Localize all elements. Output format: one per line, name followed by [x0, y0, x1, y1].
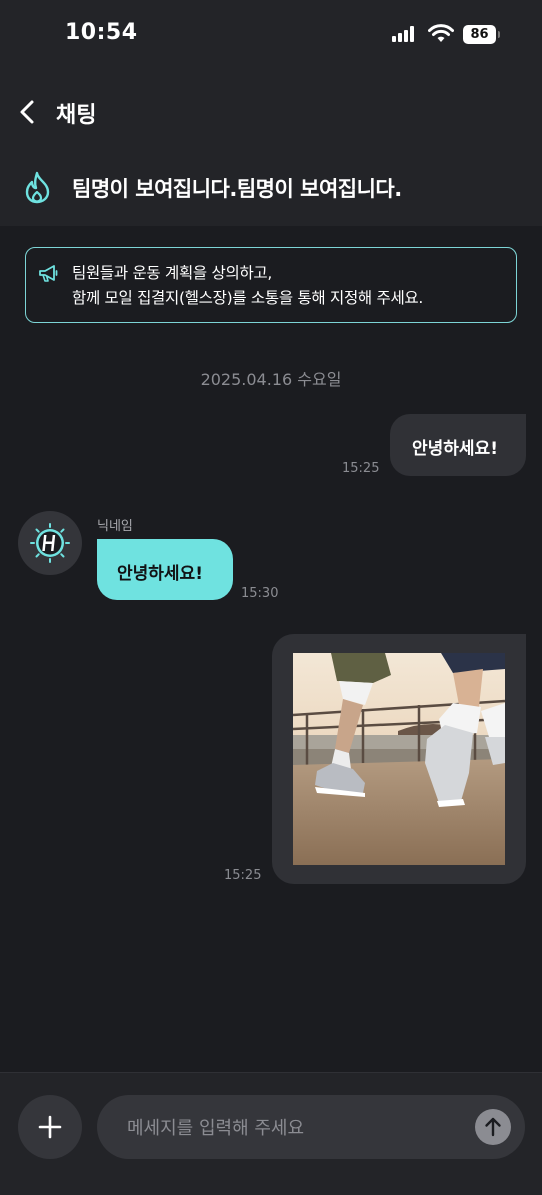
shared-photo[interactable] [293, 653, 505, 865]
battery-icon: 86 [463, 25, 496, 44]
message-time: 15:25 [342, 461, 380, 476]
status-bar: 10:54 86 [0, 0, 542, 68]
message-text: 안녕하세요! [412, 439, 498, 459]
arrow-up-icon [485, 1117, 501, 1137]
sender-nickname: 닉네임 [97, 519, 133, 534]
megaphone-icon [39, 265, 58, 282]
notice-line-1: 팀원들과 운동 계획을 상의하고, [72, 264, 272, 282]
team-logo-icon [30, 523, 70, 563]
page-title: 채팅 [56, 103, 97, 128]
flame-icon [25, 171, 50, 204]
outgoing-message-bubble[interactable]: 안녕하세요! [390, 414, 526, 476]
incoming-message-bubble[interactable]: 안녕하세요! [97, 539, 233, 600]
message-time: 15:30 [241, 586, 279, 601]
composer-bar [0, 1072, 542, 1195]
send-button[interactable] [475, 1109, 511, 1145]
message-text: 안녕하세요! [117, 564, 203, 584]
outgoing-image-bubble[interactable] [272, 634, 526, 884]
team-name: 팀명이 보여집니다.팀명이 보여집니다. [72, 177, 402, 201]
message-input[interactable] [125, 1095, 459, 1161]
avatar[interactable] [18, 511, 82, 575]
date-separator: 2025.04.16 수요일 [200, 370, 342, 389]
attach-button[interactable] [18, 1095, 82, 1159]
status-time: 10:54 [65, 20, 138, 45]
notice-banner: 팀원들과 운동 계획을 상의하고, 함께 모일 집결지(헬스장)를 소통을 통해… [25, 247, 517, 323]
message-time: 15:25 [224, 868, 262, 883]
notice-line-2: 함께 모일 집결지(헬스장)를 소통을 통해 지정해 주세요. [72, 289, 424, 307]
notice-text: 팀원들과 운동 계획을 상의하고, 함께 모일 집결지(헬스장)를 소통을 통해… [72, 261, 423, 311]
message-input-container [97, 1095, 525, 1161]
battery-tip [498, 31, 500, 38]
plus-icon [38, 1115, 62, 1139]
back-arrow-icon[interactable] [12, 96, 44, 128]
wifi-icon [428, 24, 454, 42]
team-bar: 팀명이 보여집니다.팀명이 보여집니다. [0, 156, 542, 226]
app-header: 채팅 [0, 68, 542, 156]
cellular-signal-icon [392, 26, 418, 42]
